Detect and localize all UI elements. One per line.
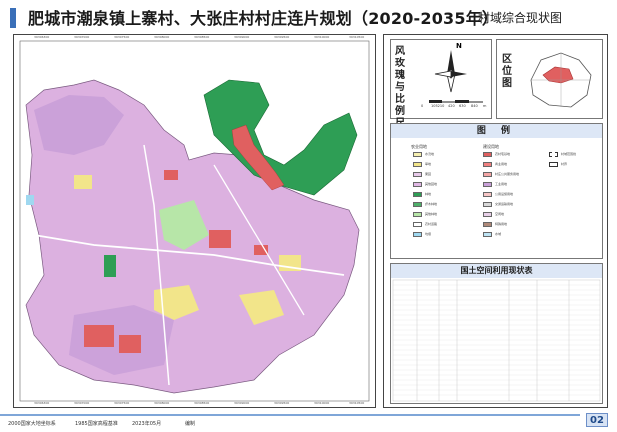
- map-coord-top-9: 39310500: [349, 35, 365, 39]
- map-coord-top-6: 39309000: [234, 35, 250, 39]
- north-letter: N: [456, 42, 462, 50]
- construction-block-2: [119, 335, 141, 353]
- location-map: [530, 52, 592, 108]
- legend-swatch: [483, 232, 492, 237]
- north-arrow-box: 风玫瑰与比例尺 N 0 105210 420 630 840 m: [390, 39, 492, 129]
- legend-swatch: [413, 192, 422, 197]
- map-coord-top-5: 39308500: [194, 35, 210, 39]
- location-map-box: 区位图: [496, 39, 603, 119]
- legend-label: 村界: [561, 162, 568, 166]
- legend-swatch: [413, 222, 422, 227]
- legend-box: 图 例 农业用地 建设用地 水浇地 旱地 果园 其他园地 林地 乔木林地 其他林…: [390, 123, 603, 259]
- pond-1: [26, 195, 34, 205]
- scale-tick-5: 840: [471, 104, 478, 108]
- legend-label: 空闲地: [495, 212, 505, 216]
- map-coord-bottom-8: 39310000: [314, 401, 330, 405]
- footer-rule: [0, 414, 580, 416]
- legend-swatch: [413, 162, 422, 167]
- title-accent: [10, 8, 16, 28]
- legend-label: 其他园地: [425, 182, 438, 186]
- side-panel: 风玫瑰与比例尺 N 0 105210 420 630 840 m 区位图 图 例…: [383, 34, 608, 408]
- legend-swatch: [483, 212, 492, 217]
- legend-label: 旱地: [425, 162, 432, 166]
- legend-label: 乔木林地: [425, 202, 438, 206]
- legend-label: 林地: [425, 192, 432, 196]
- legend-label: 坑塘: [425, 232, 432, 236]
- land-use-map[interactable]: [14, 35, 375, 407]
- legend-label: 水浇地: [425, 152, 435, 156]
- legend-swatch: [549, 162, 558, 167]
- legend-swatch: [413, 212, 422, 217]
- map-coord-bottom-7: 39309500: [274, 401, 290, 405]
- construction-block-3: [209, 230, 231, 248]
- legend-label: 果园: [425, 172, 432, 176]
- land-use-table-grid: [392, 279, 601, 402]
- footer-elevation: 1985国家高程基准: [75, 421, 118, 427]
- map-coord-bottom-4: 39308000: [154, 401, 170, 405]
- footer-coord-system: 2000国家大地坐标系: [8, 421, 56, 427]
- scale-unit: m: [483, 104, 487, 108]
- scale-tick-3: 420: [448, 104, 455, 108]
- map-coord-top-8: 39310000: [314, 35, 330, 39]
- legend-swatch: [483, 192, 492, 197]
- legend-swatch: [413, 172, 422, 177]
- title-bar: 肥城市潮泉镇上寨村、大张庄村村庄连片规划（2020-2035年） 村域综合现状图: [0, 0, 617, 34]
- legend-label: 公用设施用地: [495, 192, 514, 196]
- legend-col2-title: 建设用地: [483, 144, 499, 149]
- legend-swatch: [413, 202, 422, 207]
- farmland-4: [74, 175, 92, 189]
- legend-swatch: [413, 232, 422, 237]
- page-number: 02: [586, 413, 608, 427]
- map-coord-top-3: 39307500: [114, 35, 130, 39]
- legend-swatch: [483, 182, 492, 187]
- legend-label: 村域范围线: [561, 152, 577, 156]
- scale-tick-2: 105210: [431, 104, 445, 108]
- legend-swatch: [483, 172, 492, 177]
- map-coord-bottom-6: 39309000: [234, 401, 250, 405]
- legend-swatch: [483, 222, 492, 227]
- legend-swatch: [483, 162, 492, 167]
- legend-swatch: [483, 202, 492, 207]
- legend-label: 交通运输用地: [495, 202, 514, 206]
- map-coord-bottom-2: 39307000: [74, 401, 90, 405]
- map-coord-bottom-9: 39310500: [349, 401, 365, 405]
- map-coord-top-7: 39309500: [274, 35, 290, 39]
- table-title: 国土空间利用现状表: [391, 264, 602, 278]
- legend-label: 村庄公共服务用地: [495, 172, 520, 176]
- footer-compiler: 编制: [185, 421, 196, 427]
- legend-title: 图 例: [391, 124, 602, 138]
- map-coord-bottom-1: 39306300: [34, 401, 50, 405]
- map-coord-bottom-3: 39307500: [114, 401, 130, 405]
- legend-col1-title: 农业用地: [411, 144, 427, 149]
- legend-swatch: [413, 182, 422, 187]
- footer-date: 2023年05月: [132, 421, 162, 427]
- legend-swatch: [413, 152, 422, 157]
- scale-tick-4: 630: [459, 104, 466, 108]
- land-use-table-box: 国土空间利用现状表: [390, 263, 603, 404]
- map-coord-bottom-5: 39308500: [194, 401, 210, 405]
- map-coord-top-4: 39308000: [154, 35, 170, 39]
- map-coord-top-1: 39306300: [34, 35, 50, 39]
- legend-label: 其他林地: [425, 212, 438, 216]
- footer: 2000国家大地坐标系 1985国家高程基准 2023年05月 编制: [0, 414, 617, 432]
- forest-patch-1: [104, 255, 116, 277]
- legend-label: 商业用地: [495, 162, 508, 166]
- legend-label: 工业用地: [495, 182, 508, 186]
- map-frame[interactable]: 39306300 39307000 39307500 39308000 3930…: [13, 34, 376, 408]
- scale-tick-1: 0: [421, 104, 424, 108]
- legend-label: 农村道路: [425, 222, 438, 226]
- north-arrow-label: 风玫瑰与比例尺: [395, 46, 405, 129]
- construction-block-5: [254, 245, 268, 255]
- legend-swatch: [549, 152, 558, 157]
- page-subtitle: 村域综合现状图: [478, 11, 563, 25]
- map-coord-top-2: 39307000: [74, 35, 90, 39]
- location-label: 区位图: [502, 54, 512, 89]
- construction-block-4: [164, 170, 178, 180]
- construction-block-1: [84, 325, 114, 347]
- legend-swatch: [483, 152, 492, 157]
- legend-label: 农村宅基地: [495, 152, 511, 156]
- legend-label: 水域: [495, 232, 502, 236]
- page-title: 肥城市潮泉镇上寨村、大张庄村村庄连片规划（2020-2035年）: [28, 9, 499, 28]
- legend-label: 特殊用地: [495, 222, 508, 226]
